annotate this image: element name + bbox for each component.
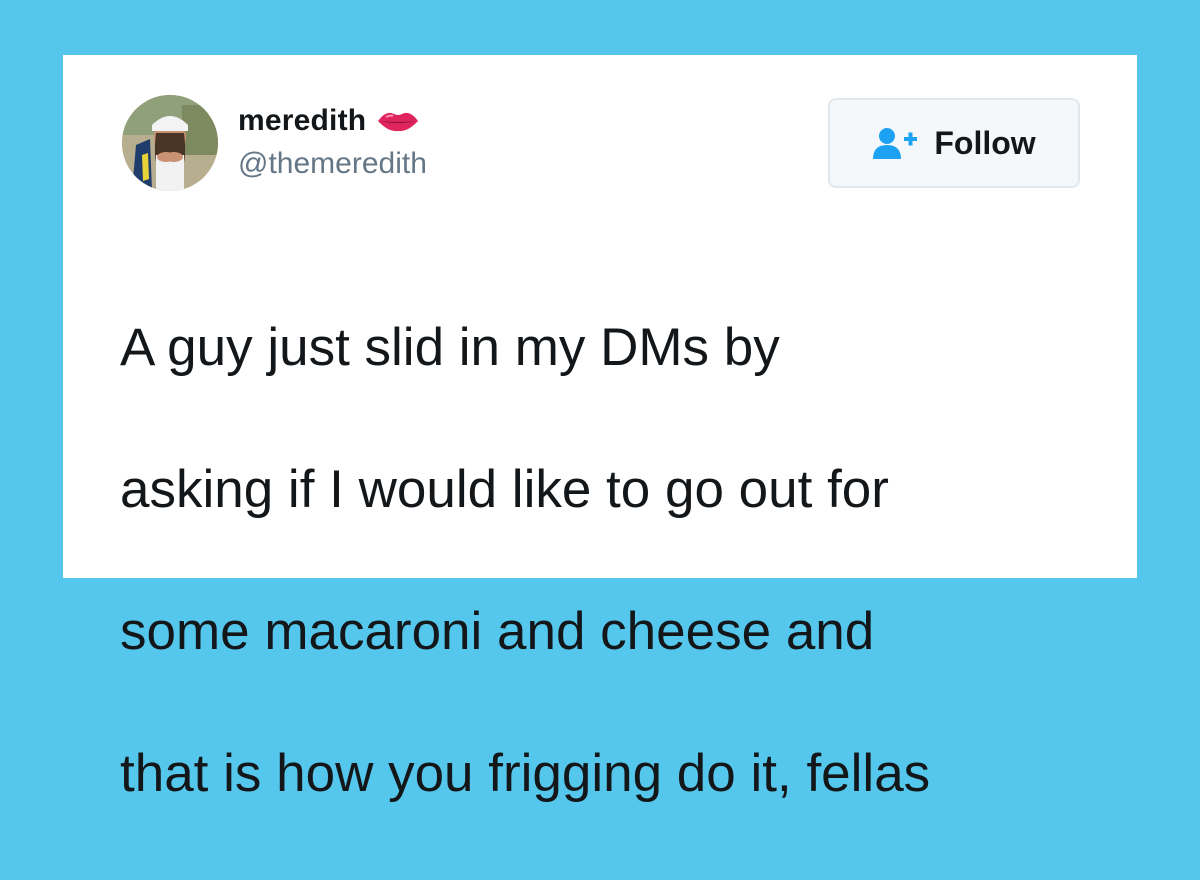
tweet-text-line: some macaroni and cheese and xyxy=(120,602,875,661)
follow-label: Follow xyxy=(934,124,1036,161)
tweet-text-line: that is how you frigging do it, fellas xyxy=(120,744,931,803)
lips-icon xyxy=(376,109,420,133)
avatar[interactable] xyxy=(122,95,218,191)
add-user-icon xyxy=(872,126,920,160)
user-handle[interactable]: @themeredith xyxy=(238,147,427,181)
follow-button[interactable]: Follow xyxy=(828,98,1080,188)
display-name-row: meredith xyxy=(238,99,420,143)
display-name[interactable]: meredith xyxy=(238,104,366,138)
tweet-text-line: A guy just slid in my DMs by xyxy=(120,318,780,377)
tweet-text-line: asking if I would like to go out for xyxy=(120,460,889,519)
tweet-text: A guy just slid in my DMs by asking if I… xyxy=(120,241,1110,880)
profile-photo xyxy=(122,95,218,191)
tweet-card: meredith @themeredith Follow A guy just … xyxy=(63,55,1137,803)
